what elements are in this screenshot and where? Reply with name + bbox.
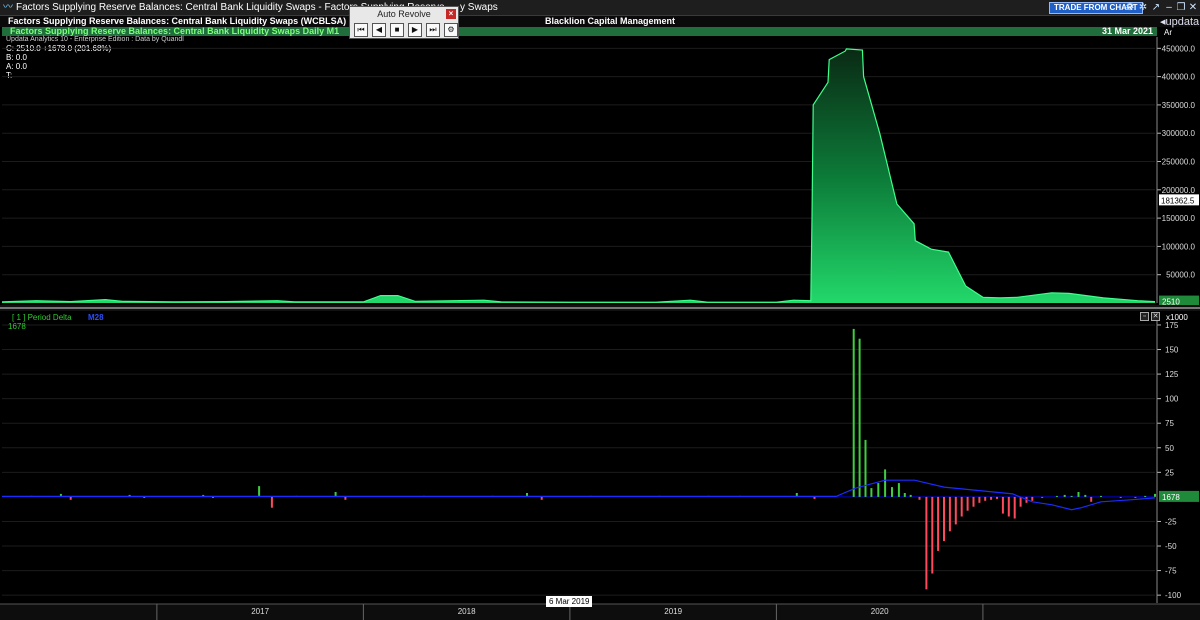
delta-bar-down [540, 496, 543, 500]
delta-bar-up [1063, 494, 1066, 497]
delta-value-axis-label: 1678 [1162, 493, 1180, 502]
delta-bar-down [966, 496, 969, 511]
price-chart[interactable]: 50000.0 100000.0 150000.0 200000.0 250000.0 3… [0, 0, 1200, 620]
lower-tick-label: 150 [1165, 346, 1179, 355]
panel-restore-icon[interactable]: ▫ [1140, 312, 1149, 321]
year-label: 2020 [871, 607, 889, 616]
cursor-value-label: 181362.5 [1161, 196, 1195, 205]
delta-bar-down [270, 496, 273, 508]
delta-bar-up [877, 483, 880, 497]
lower-tick-label: 75 [1165, 419, 1174, 428]
lower-tick-label: 100 [1165, 395, 1179, 404]
lower-tick-label: 175 [1165, 321, 1179, 330]
last-button[interactable]: ⏭ [426, 23, 440, 37]
delta-bar-up [1077, 492, 1080, 497]
lower-tick-label: 50 [1165, 444, 1174, 453]
previous-button[interactable]: ◀ [372, 23, 386, 37]
year-label: 2019 [664, 607, 682, 616]
upper-tick-label: 50000.0 [1166, 271, 1195, 280]
delta-bar-up [1055, 495, 1058, 497]
delta-bar-up [864, 439, 867, 497]
year-label: 2018 [458, 607, 476, 616]
stop-button[interactable]: ■ [390, 23, 404, 37]
delta-bar-down [1031, 496, 1034, 501]
delta-bar-down [1007, 496, 1010, 517]
delta-bar-down [918, 496, 921, 500]
delta-bar-up [1084, 494, 1087, 497]
delta-bar-down [1119, 496, 1122, 498]
delta-bar-down [813, 496, 816, 499]
delta-bar-down [990, 496, 993, 500]
period-delta-label: [ 1 ] Period Delta [12, 313, 72, 322]
upper-tick-label: 300000.0 [1162, 129, 1196, 138]
delta-bar-down [972, 496, 975, 507]
delta-bar-down [1019, 496, 1022, 507]
delta-bar-up [909, 494, 912, 497]
delta-bar-down [978, 496, 981, 503]
delta-bar-up [258, 486, 261, 497]
delta-bar-down [925, 496, 928, 590]
delta-bar-down [1013, 496, 1016, 519]
delta-bar-up [870, 488, 873, 497]
year-label: 2017 [251, 607, 269, 616]
upper-tick-label: 150000.0 [1162, 214, 1196, 223]
first-button[interactable]: ⏮ [354, 23, 368, 37]
delta-bar-up [1100, 495, 1102, 497]
timeline-bar [0, 604, 1200, 620]
upper-tick-label: 400000.0 [1162, 73, 1196, 82]
delta-bar-down [996, 496, 998, 499]
delta-bar-down [143, 496, 146, 498]
delta-bar-up [897, 483, 900, 497]
auto-revolve-dialog: Auto Revolve × ⏮ ◀ ■ ▶ ⏭ ⚙ [349, 6, 459, 39]
axis-corner-label: Ar [1164, 28, 1172, 37]
lower-tick-label: 125 [1165, 370, 1179, 379]
upper-tick-label: 450000.0 [1162, 44, 1196, 53]
delta-bar-down [1090, 496, 1093, 502]
delta-bar-down [937, 496, 940, 551]
dialog-close-button[interactable]: × [446, 9, 456, 19]
cursor-date-tooltip: 6 Mar 2019 [546, 596, 593, 607]
period-delta-value: 1678 [8, 322, 26, 331]
lower-tick-label: -100 [1165, 591, 1182, 600]
delta-bar-up [903, 493, 906, 497]
dialog-title: Auto Revolve [377, 9, 431, 19]
delta-bar-down [960, 496, 963, 517]
panel-close-icon[interactable]: ✕ [1151, 312, 1160, 321]
delta-bar-down [1041, 496, 1044, 498]
lower-tick-label: -75 [1165, 567, 1177, 576]
lower-tick-label: 25 [1165, 468, 1174, 477]
upper-tick-label: 350000.0 [1162, 101, 1196, 110]
area-fill [2, 48, 1155, 304]
area-line [1, 48, 1156, 303]
multiplier-label: x1000 [1166, 313, 1188, 322]
delta-bar-down [948, 496, 951, 532]
delta-bar-up [858, 338, 861, 497]
upper-tick-label: 200000.0 [1162, 186, 1196, 195]
delta-bar-down [1134, 496, 1137, 498]
ma-label: M28 [88, 313, 104, 322]
delta-bar-down [1001, 496, 1004, 514]
settings-button[interactable]: ⚙ [444, 23, 458, 37]
play-button[interactable]: ▶ [408, 23, 422, 37]
delta-bar-down [69, 496, 72, 500]
delta-bar-down [954, 496, 957, 525]
delta-bar-down [931, 496, 934, 574]
delta-bar-down [344, 496, 347, 500]
delta-bar-up [1144, 495, 1147, 497]
delta-bar-down [212, 496, 214, 498]
delta-bar-up [891, 487, 893, 497]
lower-tick-label: -25 [1165, 517, 1177, 526]
delta-bar-down [984, 496, 987, 501]
ma-line [2, 479, 1156, 511]
delta-bar-up [1070, 495, 1073, 497]
delta-bar-up [852, 328, 855, 497]
upper-tick-label: 250000.0 [1162, 158, 1196, 167]
delta-bar-down [943, 496, 945, 542]
upper-tick-label: 100000.0 [1162, 242, 1196, 251]
delta-bar-up [1154, 493, 1156, 497]
delta-bar-up [884, 469, 887, 497]
lower-tick-label: -50 [1165, 542, 1177, 551]
